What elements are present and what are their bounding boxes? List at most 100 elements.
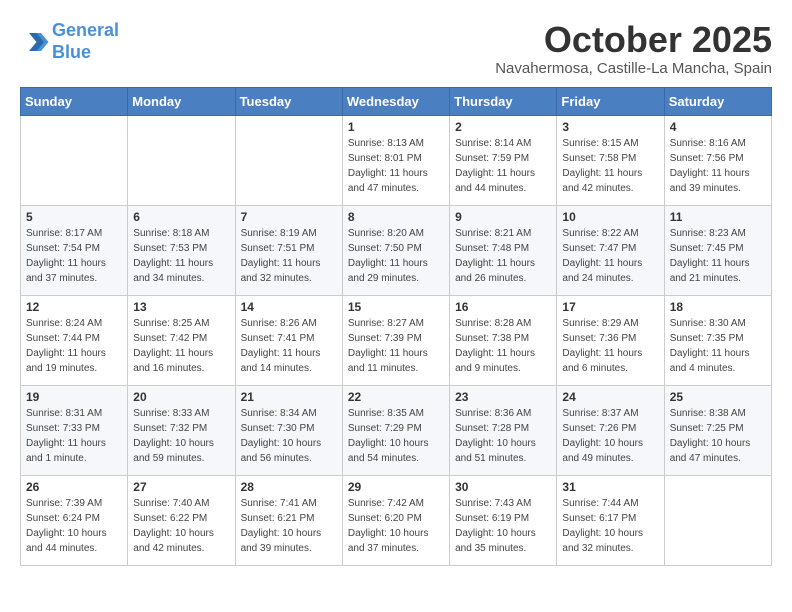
calendar-week-row: 26Sunrise: 7:39 AMSunset: 6:24 PMDayligh… (21, 475, 772, 565)
day-info: Sunrise: 8:18 AMSunset: 7:53 PMDaylight:… (133, 226, 229, 286)
logo-line2: Blue (52, 42, 91, 62)
day-info: Sunrise: 8:16 AMSunset: 7:56 PMDaylight:… (670, 136, 766, 196)
calendar-cell: 14Sunrise: 8:26 AMSunset: 7:41 PMDayligh… (235, 295, 342, 385)
calendar-cell: 6 Sunrise: 8:18 AMSunset: 7:53 PMDaylight… (128, 205, 235, 295)
day-info: Sunrise: 8:27 AMSunset: 7:39 PMDaylight:… (348, 316, 444, 376)
calendar-cell: 5 Sunrise: 8:17 AMSunset: 7:54 PMDaylight… (21, 205, 128, 295)
day-number: 5 (26, 210, 122, 224)
day-info: Sunrise: 8:25 AMSunset: 7:42 PMDaylight:… (133, 316, 229, 376)
day-info: Sunrise: 8:24 AMSunset: 7:44 PMDaylight:… (26, 316, 122, 376)
day-info: Sunrise: 8:31 AMSunset: 7:33 PMDaylight:… (26, 406, 122, 466)
calendar-cell: 15 Sunrise: 8:27 AMSunset: 7:39 PMDayligh… (342, 295, 449, 385)
day-info: Sunrise: 8:15 AMSunset: 7:58 PMDaylight:… (562, 136, 658, 196)
calendar-cell: 31 Sunrise: 7:44 AMSunset: 6:17 PMDayligh… (557, 475, 664, 565)
day-number: 4 (670, 120, 766, 134)
day-info: Sunrise: 8:38 AMSunset: 7:25 PMDaylight:… (670, 406, 766, 466)
weekday-header: Monday (128, 87, 235, 115)
calendar-week-row: 5 Sunrise: 8:17 AMSunset: 7:54 PMDaylight… (21, 205, 772, 295)
calendar-cell: 28 Sunrise: 7:41 AMSunset: 6:21 PMDayligh… (235, 475, 342, 565)
calendar-cell: 10 Sunrise: 8:22 AMSunset: 7:47 PMDayligh… (557, 205, 664, 295)
day-info: Sunrise: 7:42 AMSunset: 6:20 PMDaylight:… (348, 496, 444, 556)
day-number: 20 (133, 390, 229, 404)
day-info: Sunrise: 8:19 AMSunset: 7:51 PMDaylight:… (241, 226, 337, 286)
day-info: Sunrise: 8:33 AMSunset: 7:32 PMDaylight:… (133, 406, 229, 466)
day-info: Sunrise: 7:39 AMSunset: 6:24 PMDaylight:… (26, 496, 122, 556)
day-number: 13 (133, 300, 229, 314)
day-number: 1 (348, 120, 444, 134)
day-number: 29 (348, 480, 444, 494)
calendar-cell (21, 115, 128, 205)
day-info: Sunrise: 8:23 AMSunset: 7:45 PMDaylight:… (670, 226, 766, 286)
calendar-cell: 26Sunrise: 7:39 AMSunset: 6:24 PMDayligh… (21, 475, 128, 565)
day-info: Sunrise: 8:20 AMSunset: 7:50 PMDaylight:… (348, 226, 444, 286)
day-number: 11 (670, 210, 766, 224)
day-info: Sunrise: 8:34 AMSunset: 7:30 PMDaylight:… (241, 406, 337, 466)
day-number: 19 (26, 390, 122, 404)
calendar-cell: 1 Sunrise: 8:13 AMSunset: 8:01 PMDaylight… (342, 115, 449, 205)
calendar-cell: 30Sunrise: 7:43 AMSunset: 6:19 PMDayligh… (450, 475, 557, 565)
calendar-cell: 25 Sunrise: 8:38 AMSunset: 7:25 PMDayligh… (664, 385, 771, 475)
month-title: October 2025 (495, 20, 772, 60)
weekday-header: Tuesday (235, 87, 342, 115)
calendar-cell: 13 Sunrise: 8:25 AMSunset: 7:42 PMDayligh… (128, 295, 235, 385)
day-info: Sunrise: 8:22 AMSunset: 7:47 PMDaylight:… (562, 226, 658, 286)
day-info: Sunrise: 7:44 AMSunset: 6:17 PMDaylight:… (562, 496, 658, 556)
day-number: 6 (133, 210, 229, 224)
day-number: 23 (455, 390, 551, 404)
day-info: Sunrise: 8:13 AMSunset: 8:01 PMDaylight:… (348, 136, 444, 196)
logo-icon (20, 27, 50, 57)
day-number: 30 (455, 480, 551, 494)
day-info: Sunrise: 8:29 AMSunset: 7:36 PMDaylight:… (562, 316, 658, 376)
weekday-header: Thursday (450, 87, 557, 115)
day-number: 25 (670, 390, 766, 404)
day-info: Sunrise: 8:28 AMSunset: 7:38 PMDaylight:… (455, 316, 551, 376)
day-number: 8 (348, 210, 444, 224)
day-info: Sunrise: 8:26 AMSunset: 7:41 PMDaylight:… (241, 316, 337, 376)
day-info: Sunrise: 8:36 AMSunset: 7:28 PMDaylight:… (455, 406, 551, 466)
calendar-cell: 18Sunrise: 8:30 AMSunset: 7:35 PMDayligh… (664, 295, 771, 385)
weekday-header: Sunday (21, 87, 128, 115)
calendar-cell: 11 Sunrise: 8:23 AMSunset: 7:45 PMDayligh… (664, 205, 771, 295)
day-number: 28 (241, 480, 337, 494)
calendar-cell: 2Sunrise: 8:14 AMSunset: 7:59 PMDaylight… (450, 115, 557, 205)
weekday-header: Saturday (664, 87, 771, 115)
logo-line1: General (52, 20, 119, 40)
day-info: Sunrise: 7:40 AMSunset: 6:22 PMDaylight:… (133, 496, 229, 556)
day-info: Sunrise: 8:17 AMSunset: 7:54 PMDaylight:… (26, 226, 122, 286)
day-info: Sunrise: 8:30 AMSunset: 7:35 PMDaylight:… (670, 316, 766, 376)
day-info: Sunrise: 8:35 AMSunset: 7:29 PMDaylight:… (348, 406, 444, 466)
day-number: 24 (562, 390, 658, 404)
weekday-header: Wednesday (342, 87, 449, 115)
calendar-cell: 17 Sunrise: 8:29 AMSunset: 7:36 PMDayligh… (557, 295, 664, 385)
calendar-cell: 23 Sunrise: 8:36 AMSunset: 7:28 PMDayligh… (450, 385, 557, 475)
calendar-week-row: 12 Sunrise: 8:24 AMSunset: 7:44 PMDayligh… (21, 295, 772, 385)
day-number: 16 (455, 300, 551, 314)
day-number: 2 (455, 120, 551, 134)
day-number: 15 (348, 300, 444, 314)
calendar-cell (235, 115, 342, 205)
day-number: 12 (26, 300, 122, 314)
calendar-cell: 4 Sunrise: 8:16 AMSunset: 7:56 PMDaylight… (664, 115, 771, 205)
day-number: 9 (455, 210, 551, 224)
calendar-cell: 16 Sunrise: 8:28 AMSunset: 7:38 PMDayligh… (450, 295, 557, 385)
weekday-header: Friday (557, 87, 664, 115)
calendar-cell: 7 Sunrise: 8:19 AMSunset: 7:51 PMDaylight… (235, 205, 342, 295)
day-number: 21 (241, 390, 337, 404)
calendar-cell (664, 475, 771, 565)
location: Navahermosa, Castille-La Mancha, Spain (495, 60, 772, 77)
logo-text: General Blue (52, 20, 119, 63)
day-number: 17 (562, 300, 658, 314)
day-number: 31 (562, 480, 658, 494)
calendar-cell: 29 Sunrise: 7:42 AMSunset: 6:20 PMDayligh… (342, 475, 449, 565)
calendar-cell: 9 Sunrise: 8:21 AMSunset: 7:48 PMDaylight… (450, 205, 557, 295)
day-number: 27 (133, 480, 229, 494)
calendar-week-row: 1 Sunrise: 8:13 AMSunset: 8:01 PMDaylight… (21, 115, 772, 205)
calendar-cell: 22Sunrise: 8:35 AMSunset: 7:29 PMDayligh… (342, 385, 449, 475)
calendar-cell: 3Sunrise: 8:15 AMSunset: 7:58 PMDaylight… (557, 115, 664, 205)
day-number: 7 (241, 210, 337, 224)
calendar-cell: 24Sunrise: 8:37 AMSunset: 7:26 PMDayligh… (557, 385, 664, 475)
day-number: 10 (562, 210, 658, 224)
calendar-table: SundayMondayTuesdayWednesdayThursdayFrid… (20, 87, 772, 566)
day-info: Sunrise: 8:21 AMSunset: 7:48 PMDaylight:… (455, 226, 551, 286)
day-info: Sunrise: 7:41 AMSunset: 6:21 PMDaylight:… (241, 496, 337, 556)
